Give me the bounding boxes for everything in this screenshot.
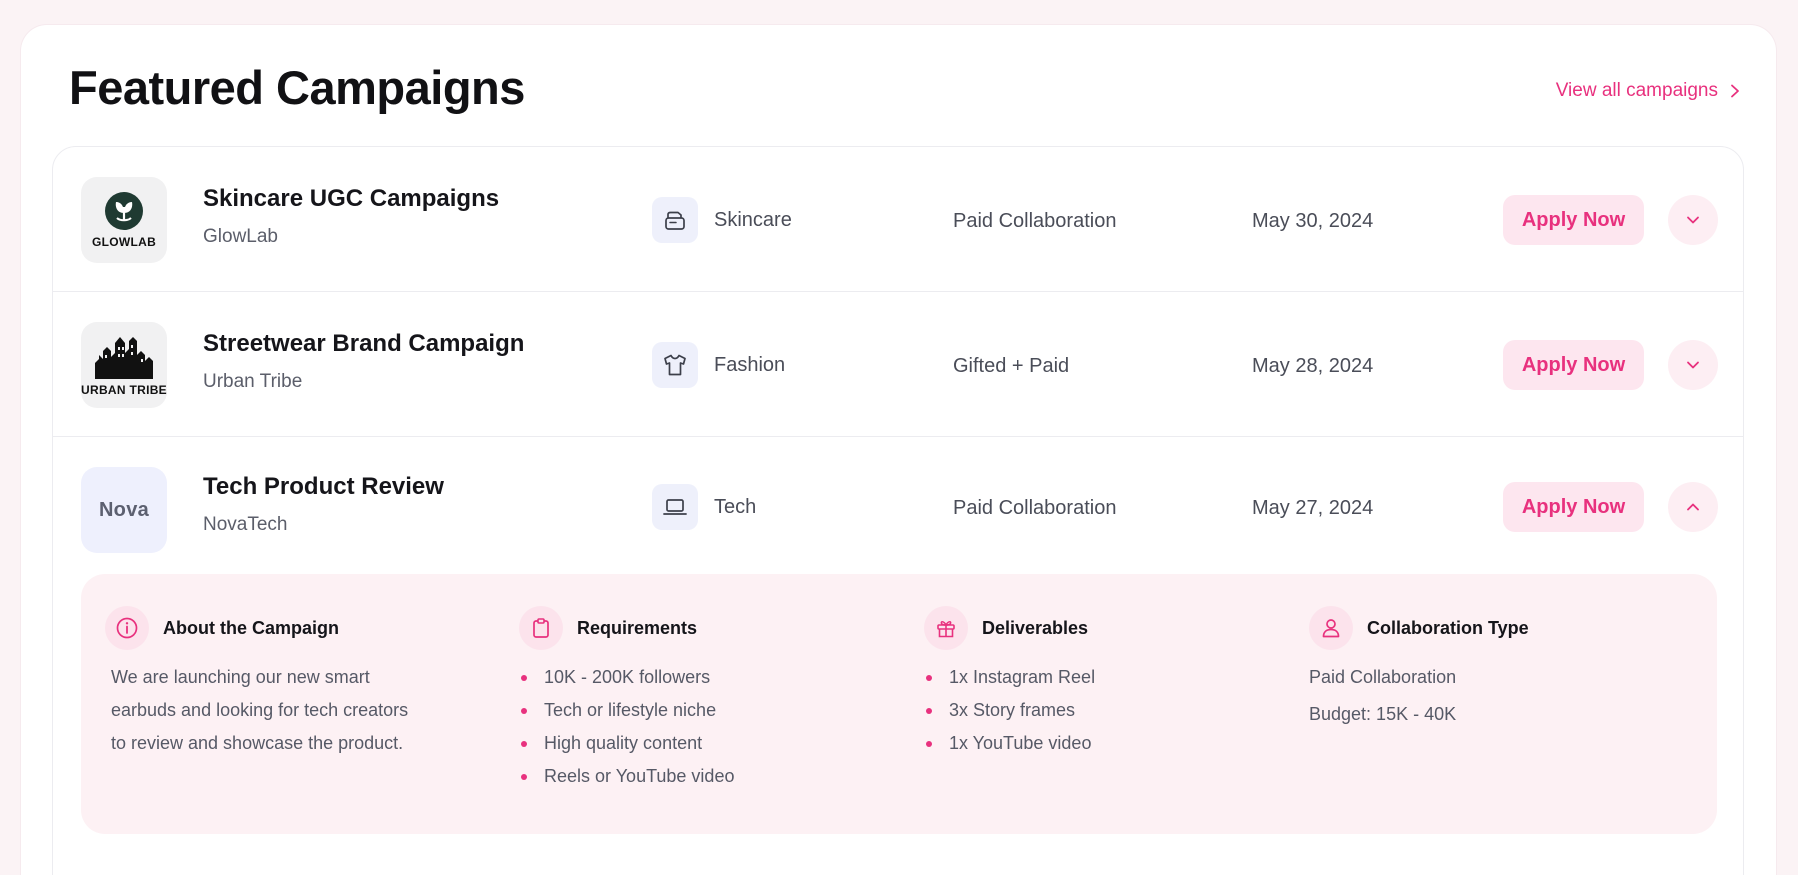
apply-now-button[interactable]: Apply Now <box>1503 340 1644 390</box>
about-section: About the Campaign We are launching our … <box>105 606 408 760</box>
brand-logo: Nova <box>81 467 167 553</box>
requirement-item: Tech or lifestyle niche <box>519 694 734 727</box>
campaign-title: Tech Product Review <box>203 473 444 500</box>
apply-now-button[interactable]: Apply Now <box>1503 195 1644 245</box>
city-skyline-logo-icon <box>95 337 153 379</box>
requirements-section: Requirements 10K - 200K followers Tech o… <box>519 606 734 793</box>
logo-text: Nova <box>98 498 150 521</box>
leaf-logo-icon <box>105 192 143 230</box>
view-all-label: View all campaigns <box>1555 80 1718 101</box>
chevron-down-icon <box>1687 361 1699 369</box>
brand-logo: GLOWLAB <box>81 177 167 263</box>
cream-jar-icon <box>652 197 698 243</box>
campaign-date: May 27, 2024 <box>1252 497 1374 519</box>
collaboration-type: Paid Collaboration <box>953 210 1117 232</box>
category-label: Fashion <box>714 353 786 376</box>
expand-row-button[interactable] <box>1668 195 1718 245</box>
logo-text: URBAN TRIBE <box>81 383 167 397</box>
collaboration-type: Gifted + Paid <box>953 355 1070 377</box>
deliverables-section: Deliverables 1x Instagram Reel 3x Story … <box>924 606 1095 760</box>
deliverables-title: Deliverables <box>982 617 1089 638</box>
collaboration-type-value: Paid Collaboration <box>1309 667 1457 687</box>
campaign-category: Tech <box>652 484 756 530</box>
campaign-category: Fashion <box>652 342 785 388</box>
requirement-item: High quality content <box>519 727 734 760</box>
user-icon <box>1309 606 1353 650</box>
campaign-title: Streetwear Brand Campaign <box>203 330 525 357</box>
clipboard-icon <box>519 606 563 650</box>
about-text-line: to review and showcase the product. <box>111 733 404 753</box>
campaign-row: GLOWLAB Skincare UGC Campaigns GlowLab S… <box>53 147 1743 292</box>
laptop-icon <box>652 484 698 530</box>
collaboration-type: Paid Collaboration <box>953 497 1117 519</box>
chevron-right-icon <box>1731 84 1739 98</box>
requirements-title: Requirements <box>577 617 698 638</box>
campaign-row: URBAN TRIBE Streetwear Brand Campaign Ur… <box>53 292 1743 437</box>
chevron-down-icon <box>1687 216 1699 224</box>
logo-text: GLOWLAB <box>91 235 157 249</box>
requirement-item: Reels or YouTube video <box>519 760 734 793</box>
category-label: Skincare <box>714 208 792 231</box>
category-label: Tech <box>714 495 757 518</box>
campaign-list: GLOWLAB Skincare UGC Campaigns GlowLab S… <box>52 146 1744 875</box>
campaign-title: Skincare UGC Campaigns <box>203 185 500 212</box>
deliverable-item: 3x Story frames <box>924 694 1095 727</box>
expand-row-button[interactable] <box>1668 340 1718 390</box>
campaign-details-panel: About the Campaign We are launching our … <box>81 574 1717 834</box>
campaign-brand: Urban Tribe <box>203 371 303 392</box>
page-title: Featured Campaigns <box>69 61 525 114</box>
info-icon <box>105 606 149 650</box>
deliverable-item: 1x Instagram Reel <box>924 661 1095 694</box>
campaign-row: Nova Tech Product Review NovaTech Tech P… <box>53 437 1743 582</box>
campaign-brand: NovaTech <box>203 514 288 535</box>
collaboration-type-title: Collaboration Type <box>1367 617 1529 638</box>
brand-logo: URBAN TRIBE <box>81 322 167 408</box>
view-all-campaigns-link[interactable]: View all campaigns <box>1556 80 1742 102</box>
gift-icon <box>924 606 968 650</box>
campaign-brand: GlowLab <box>203 226 278 247</box>
campaign-category: Skincare <box>652 197 792 243</box>
tshirt-icon <box>652 342 698 388</box>
campaign-date: May 28, 2024 <box>1252 355 1374 377</box>
collaboration-type-section: Collaboration Type Paid Collaboration Bu… <box>1309 606 1529 733</box>
about-title: About the Campaign <box>163 617 339 638</box>
campaign-date: May 30, 2024 <box>1252 210 1374 232</box>
apply-now-button[interactable]: Apply Now <box>1503 482 1644 532</box>
deliverable-item: 1x YouTube video <box>924 727 1095 760</box>
budget-value: Budget: 15K - 40K <box>1309 704 1457 724</box>
about-text-line: earbuds and looking for tech creators <box>111 700 409 720</box>
about-text-line: We are launching our new smart <box>111 667 370 687</box>
requirement-item: 10K - 200K followers <box>519 661 734 694</box>
collapse-row-button[interactable] <box>1668 482 1718 532</box>
chevron-up-icon <box>1687 503 1699 511</box>
